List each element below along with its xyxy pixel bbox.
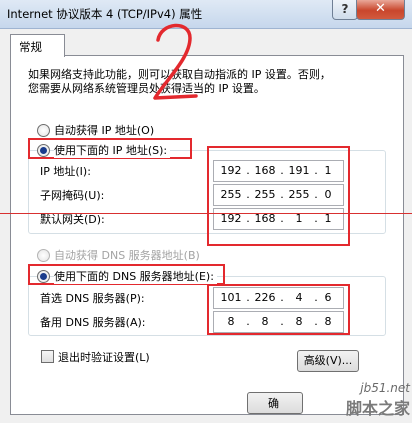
- advanced-button[interactable]: 高级(V)...: [297, 350, 359, 372]
- description-line-2: 您需要从网络系统管理员处获得适当的 IP 设置。: [28, 82, 265, 95]
- annotation-box-ip-fields: [207, 146, 350, 246]
- manual-ip-radio[interactable]: [37, 144, 50, 157]
- ip-address-label: IP 地址(I):: [40, 165, 91, 178]
- manual-dns-radio[interactable]: [37, 270, 50, 283]
- watermark-name: 脚本之家: [345, 399, 410, 418]
- annotation-line: [0, 213, 412, 214]
- annotation-box-dns-fields: [207, 284, 350, 335]
- help-icon: ?: [341, 2, 349, 16]
- watermark-url: jb51.net: [360, 381, 410, 395]
- help-button[interactable]: ?: [332, 0, 358, 20]
- close-icon: ✕: [375, 1, 386, 16]
- validate-on-exit-checkbox[interactable]: [41, 350, 54, 363]
- tab-general-label: 常规: [19, 40, 42, 54]
- auto-ip-label: 自动获得 IP 地址(O): [54, 124, 155, 137]
- close-button[interactable]: ✕: [356, 0, 405, 20]
- auto-dns-label: 自动获得 DNS 服务器地址(B): [54, 249, 200, 262]
- auto-dns-radio[interactable]: [37, 249, 50, 262]
- watermark: jb51.net 脚本之家: [346, 381, 410, 419]
- title-bar: Internet 协议版本 4 (TCP/IPv4) 属性 ? ✕: [0, 0, 412, 29]
- tab-general[interactable]: 常规: [10, 34, 65, 57]
- auto-ip-radio[interactable]: [37, 124, 50, 137]
- preferred-dns-label: 首选 DNS 服务器(P):: [40, 292, 145, 305]
- subnet-mask-label: 子网掩码(U):: [40, 189, 105, 202]
- manual-ip-label: 使用下面的 IP 地址(S):: [54, 142, 171, 158]
- alternate-dns-label: 备用 DNS 服务器(A):: [40, 316, 146, 329]
- ok-button[interactable]: 确: [247, 392, 303, 414]
- validate-on-exit-label: 退出时验证设置(L): [58, 351, 150, 364]
- manual-dns-label: 使用下面的 DNS 服务器地址(E):: [54, 268, 217, 284]
- annotation-number-2: [153, 23, 198, 100]
